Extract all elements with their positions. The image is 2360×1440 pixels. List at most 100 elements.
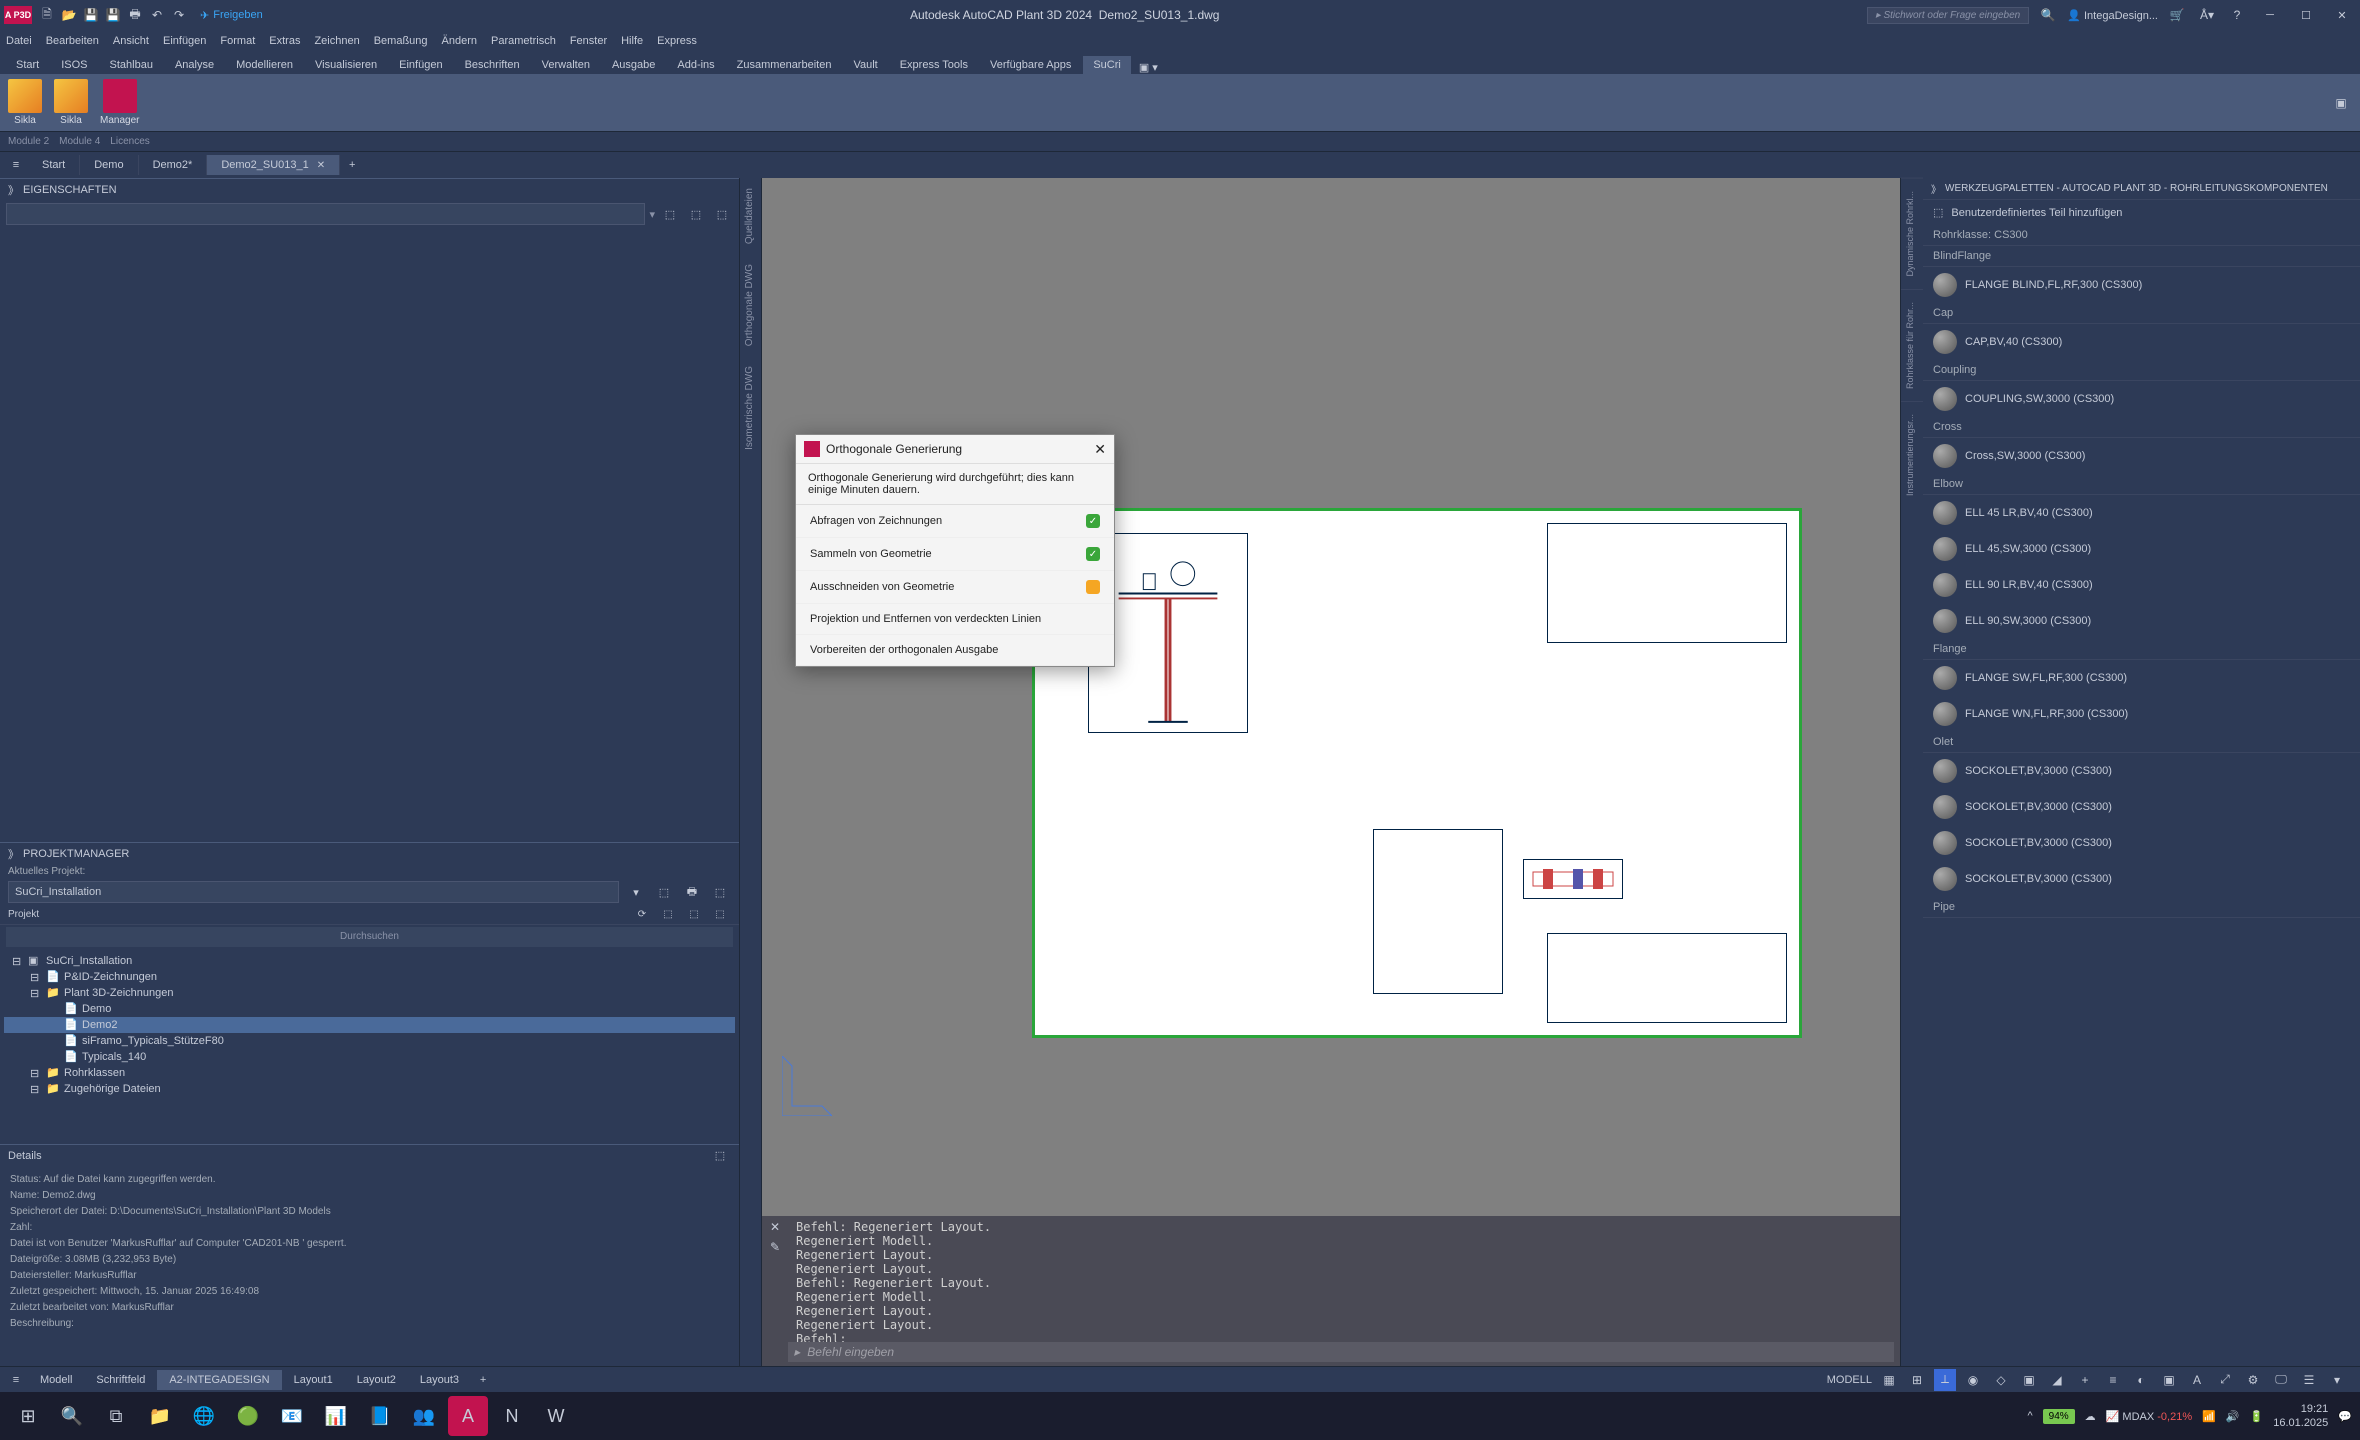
close-button[interactable]: ✕: [2328, 1, 2356, 29]
ribbon-tab-vault[interactable]: Vault: [843, 56, 887, 74]
status-dyn-icon[interactable]: +: [2074, 1369, 2096, 1391]
tree-item[interactable]: 📄siFramo_Typicals_StützeF80: [4, 1033, 735, 1049]
task-start-icon[interactable]: ⊞: [8, 1396, 48, 1436]
add-layout-button[interactable]: +: [471, 1368, 495, 1392]
tree-item[interactable]: 📄Demo: [4, 1001, 735, 1017]
ribbon-tab-visualisieren[interactable]: Visualisieren: [305, 56, 387, 74]
tray-stock[interactable]: 📈 MDAX -0,21%: [2106, 1410, 2192, 1423]
tray-volume-icon[interactable]: 🔊: [2226, 1410, 2240, 1423]
ribbon-tab-start[interactable]: Start: [6, 56, 49, 74]
share-button[interactable]: ✈Freigeben: [200, 9, 263, 22]
current-project-combo[interactable]: SuCri_Installation: [8, 881, 619, 903]
proj-tool-3[interactable]: ⬚: [683, 904, 705, 926]
task-outlook-icon[interactable]: 📧: [272, 1396, 312, 1436]
palette-item[interactable]: CAP,BV,40 (CS300): [1923, 324, 2360, 360]
palette-item[interactable]: ELL 90 LR,BV,40 (CS300): [1923, 567, 2360, 603]
tree-item[interactable]: ⊟📁Plant 3D-Zeichnungen: [4, 985, 735, 1001]
menu-einfügen[interactable]: Einfügen: [163, 35, 206, 47]
proj-tool-4[interactable]: ⬚: [709, 904, 731, 926]
proj-tool-2[interactable]: ⬚: [657, 904, 679, 926]
status-model[interactable]: MODELL: [1827, 1374, 1872, 1386]
menu-bemaßung[interactable]: Bemaßung: [374, 35, 428, 47]
vert-tab-orthogonale-dwg[interactable]: Orthogonale DWG: [740, 254, 761, 356]
menu-parametrisch[interactable]: Parametrisch: [491, 35, 556, 47]
expand-icon[interactable]: ⊟: [12, 955, 24, 968]
tray-onedrive-icon[interactable]: ☁: [2085, 1410, 2096, 1423]
status-3d-icon[interactable]: ▣: [2018, 1369, 2040, 1391]
expand-icon[interactable]: ⊟: [30, 971, 42, 984]
file-tabs-menu-icon[interactable]: ≡: [4, 153, 28, 177]
minimize-button[interactable]: ─: [2256, 1, 2284, 29]
ribbon-btn-manager[interactable]: Manager: [100, 79, 139, 126]
layout-tab-layout1[interactable]: Layout1: [282, 1370, 345, 1390]
maximize-button[interactable]: ☐: [2292, 1, 2320, 29]
properties-panel-header[interactable]: 》 EIGENSCHAFTEN: [0, 178, 739, 200]
task-chrome-icon[interactable]: 🟢: [228, 1396, 268, 1436]
qat-undo-icon[interactable]: ↶: [148, 6, 166, 24]
task-word-icon[interactable]: 📘: [360, 1396, 400, 1436]
collapse-icon[interactable]: 》: [1931, 181, 1941, 196]
file-tab-demo2-[interactable]: Demo2*: [139, 155, 208, 175]
status-osnap-icon[interactable]: ◇: [1990, 1369, 2012, 1391]
qat-redo-icon[interactable]: ↷: [170, 6, 188, 24]
task-acad-icon[interactable]: A: [448, 1396, 488, 1436]
palette-item[interactable]: COUPLING,SW,3000 (CS300): [1923, 381, 2360, 417]
vert-tab-quelldateien[interactable]: Quelldateien: [740, 178, 761, 254]
layout-menu-icon[interactable]: ≡: [4, 1368, 28, 1392]
palette-item[interactable]: SOCKOLET,BV,3000 (CS300): [1923, 825, 2360, 861]
status-iso-icon[interactable]: ◢: [2046, 1369, 2068, 1391]
tree-item[interactable]: ⊟📄P&ID-Zeichnungen: [4, 969, 735, 985]
proj-tool-1[interactable]: ⟳: [631, 904, 653, 926]
palette-vtab[interactable]: Instrumentierungsr...: [1901, 401, 1923, 508]
status-more-icon[interactable]: ▾: [2326, 1369, 2348, 1391]
menu-format[interactable]: Format: [220, 35, 255, 47]
ribbon-tab-verfügbare-apps[interactable]: Verfügbare Apps: [980, 56, 1081, 74]
proj-btn-4[interactable]: ⬚: [709, 881, 731, 903]
module-module-4[interactable]: Module 4: [59, 136, 100, 147]
ribbon-tab-verwalten[interactable]: Verwalten: [532, 56, 600, 74]
status-grid-icon[interactable]: ▦: [1878, 1369, 1900, 1391]
ribbon-tab-beschriften[interactable]: Beschriften: [455, 56, 530, 74]
prop-btn-2[interactable]: ⬚: [685, 203, 707, 225]
ribbon-tab-ausgabe[interactable]: Ausgabe: [602, 56, 665, 74]
palette-vtab[interactable]: Dynamische Rohrkl...: [1901, 178, 1923, 289]
tray-power-icon[interactable]: 🔋: [2250, 1410, 2264, 1423]
layout-tab-a2-integadesign[interactable]: A2-INTEGADESIGN: [157, 1370, 281, 1390]
palette-item[interactable]: ELL 45 LR,BV,40 (CS300): [1923, 495, 2360, 531]
drawing-canvas[interactable]: [762, 178, 1900, 1216]
status-ann-icon[interactable]: A: [2186, 1369, 2208, 1391]
ribbon-collapse-icon[interactable]: ▣: [2332, 94, 2350, 112]
task-teams-icon[interactable]: 👥: [404, 1396, 444, 1436]
layout-tab-layout3[interactable]: Layout3: [408, 1370, 471, 1390]
vert-tab-isometrische-dwg[interactable]: Isometrische DWG: [740, 356, 761, 460]
module-licences[interactable]: Licences: [110, 136, 149, 147]
tree-item[interactable]: 📄Typicals_140: [4, 1049, 735, 1065]
tree-item[interactable]: 📄Demo2: [4, 1017, 735, 1033]
proj-btn-1[interactable]: ▾: [625, 881, 647, 903]
status-snap-icon[interactable]: ⊞: [1906, 1369, 1928, 1391]
help-icon[interactable]: ?: [2228, 6, 2246, 24]
prop-btn-1[interactable]: ⬚: [659, 203, 681, 225]
ribbon-btn-sikla[interactable]: Sikla: [54, 79, 88, 126]
ribbon-tab-modellieren[interactable]: Modellieren: [226, 56, 303, 74]
task-search-icon[interactable]: 🔍: [52, 1396, 92, 1436]
add-tab-button[interactable]: +: [340, 153, 364, 177]
palette-item[interactable]: FLANGE BLIND,FL,RF,300 (CS300): [1923, 267, 2360, 303]
module-module-2[interactable]: Module 2: [8, 136, 49, 147]
properties-object-combo[interactable]: [6, 203, 645, 225]
palette-add-custom[interactable]: ⬚ Benutzerdefiniertes Teil hinzufügen: [1923, 200, 2360, 225]
ribbon-tab-express-tools[interactable]: Express Tools: [890, 56, 978, 74]
menu-zeichnen[interactable]: Zeichnen: [314, 35, 359, 47]
palette-item[interactable]: SOCKOLET,BV,3000 (CS300): [1923, 861, 2360, 897]
qat-plot-icon[interactable]: 🖶: [126, 6, 144, 24]
file-tab-demo2-su013-1[interactable]: Demo2_SU013_1✕: [207, 155, 340, 175]
status-polar-icon[interactable]: ◉: [1962, 1369, 1984, 1391]
menu-ansicht[interactable]: Ansicht: [113, 35, 149, 47]
palette-vtab[interactable]: Rohrklasse für Rohr...: [1901, 289, 1923, 401]
file-tab-start[interactable]: Start: [28, 155, 80, 175]
ribbon-tab-options[interactable]: ▣ ▾: [1139, 61, 1158, 74]
project-manager-header[interactable]: 》 PROJEKTMANAGER: [0, 842, 739, 864]
task-explorer-icon[interactable]: 📁: [140, 1396, 180, 1436]
tree-item[interactable]: ⊟📁Zugehörige Dateien: [4, 1081, 735, 1097]
palette-item[interactable]: FLANGE SW,FL,RF,300 (CS300): [1923, 660, 2360, 696]
